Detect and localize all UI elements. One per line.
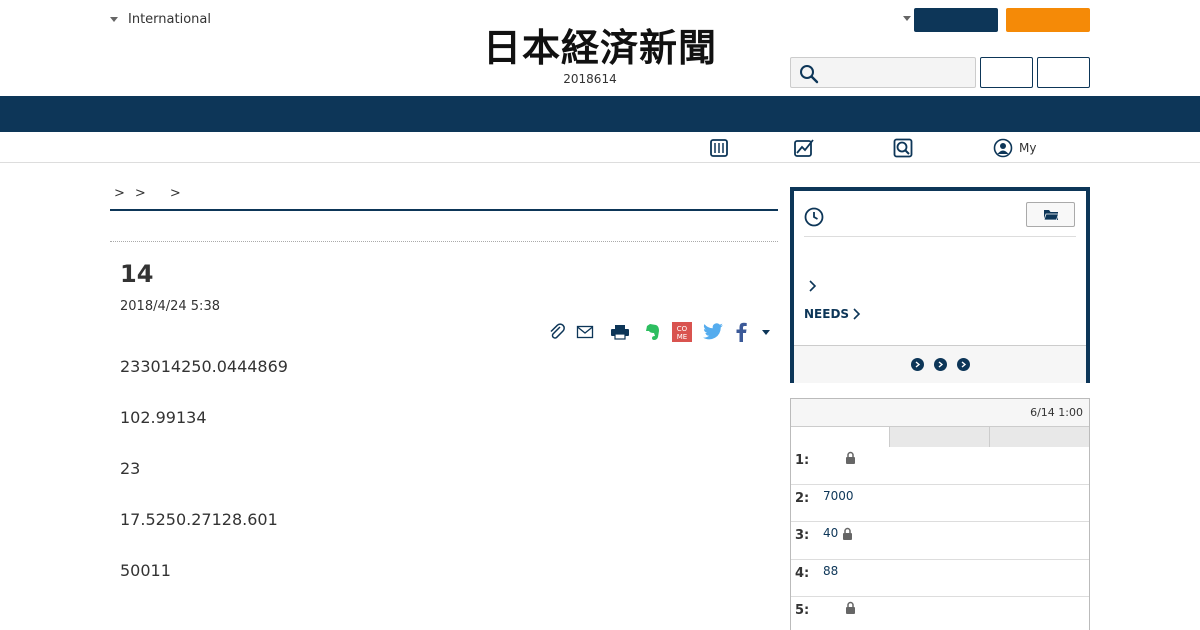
lock-icon: [846, 451, 855, 464]
share-toolbar: CO ME: [548, 320, 770, 344]
newspaper-icon: [710, 139, 728, 157]
rank-number: 2:: [795, 490, 810, 506]
rank-number: 5:: [795, 603, 810, 618]
chart-icon: [794, 139, 814, 157]
search-button[interactable]: [980, 57, 1033, 88]
search-input[interactable]: [790, 57, 976, 88]
breadcrumb-separator: >: [169, 186, 181, 201]
magnifier-box-icon: [893, 138, 913, 158]
divider: [110, 241, 778, 242]
article-paragraph: 233014250.0444869: [120, 357, 288, 376]
ranking-panel: 6/14 1:00 1: 2: 7000 3: 40 4: 88 5:: [790, 398, 1090, 630]
ranking-header: 6/14 1:00: [791, 399, 1089, 427]
edition-label: International: [128, 12, 211, 27]
login-button[interactable]: [914, 8, 998, 32]
ranking-row[interactable]: 2: 7000: [791, 485, 1089, 522]
saved-folder-button[interactable]: [1026, 202, 1075, 227]
ranking-row[interactable]: 5:: [791, 597, 1089, 630]
ranking-tab-1[interactable]: [791, 427, 891, 447]
folder-icon: [1042, 209, 1059, 220]
breadcrumb-separator: >: [114, 186, 125, 201]
breadcrumb: > > >: [110, 186, 778, 211]
rank-item-text: [823, 601, 856, 614]
rank-item-label: 40: [823, 526, 839, 540]
ranking-row[interactable]: 3: 40: [791, 522, 1089, 560]
rank-number: 3:: [795, 528, 810, 543]
circle-arrow-icon[interactable]: [933, 358, 947, 371]
print-icon[interactable]: [610, 324, 630, 340]
ranking-tabs: [791, 427, 1089, 447]
circle-arrow-icon[interactable]: [956, 358, 970, 371]
rank-item-text: 7000: [823, 489, 854, 503]
chevron-right-icon: [853, 308, 861, 320]
subscribe-button[interactable]: [1006, 8, 1090, 32]
needs-label: NEEDS: [804, 307, 850, 321]
my-label: My: [1019, 141, 1037, 155]
subnav-my-page[interactable]: My: [993, 137, 1036, 159]
rank-number: 1:: [795, 453, 810, 468]
recent-articles-panel: NEEDS: [790, 187, 1090, 383]
site-header: International 日本経済新聞 2018614: [0, 0, 1200, 96]
subnav-newspaper[interactable]: [709, 137, 729, 159]
rank-item-text: [823, 451, 856, 464]
advanced-search-button[interactable]: [1037, 57, 1090, 88]
rank-item-label: 88: [823, 563, 839, 578]
needs-link[interactable]: NEEDS: [804, 307, 862, 321]
rank-item-label: 7000: [823, 488, 854, 503]
panel-footer: [794, 345, 1086, 383]
rank-item-text: 88: [823, 564, 838, 578]
caret-down-icon[interactable]: [903, 16, 911, 21]
rank-item-text: 40: [823, 526, 853, 540]
sub-navigation: My: [0, 132, 1200, 163]
header-date: 2018614: [563, 72, 617, 86]
main-navigation-bar: [0, 96, 1200, 132]
ranking-row[interactable]: 1:: [791, 447, 1089, 485]
ranking-tab-3[interactable]: [989, 427, 1089, 447]
lock-icon: [843, 527, 853, 540]
search-icon[interactable]: [799, 64, 819, 84]
breadcrumb-separator: >: [134, 186, 146, 201]
clock-icon: [804, 207, 824, 227]
comemo-icon[interactable]: CO ME: [672, 322, 692, 342]
ranking-tab-2[interactable]: [890, 427, 990, 447]
subnav-markets[interactable]: [793, 137, 815, 159]
article-paragraph: 23: [120, 459, 141, 478]
article-paragraph: 102.99134: [120, 408, 207, 427]
article-paragraph: 17.5250.27128.601: [120, 510, 278, 529]
article-date: 2018/4/24 5:38: [120, 299, 220, 314]
rank-number: 4:: [795, 565, 810, 581]
lock-icon: [846, 601, 855, 614]
subnav-search[interactable]: [893, 137, 913, 159]
ranking-row[interactable]: 4: 88: [791, 560, 1089, 597]
svg-text:ME: ME: [677, 333, 687, 341]
article-title: 14: [120, 260, 154, 288]
svg-text:CO: CO: [677, 325, 688, 333]
user-icon: [993, 138, 1013, 158]
site-logo[interactable]: 日本経済新聞: [450, 26, 750, 70]
twitter-icon[interactable]: [702, 323, 724, 341]
chevron-right-icon[interactable]: [808, 279, 818, 293]
ranking-time: 6/14 1:00: [1030, 406, 1083, 419]
edition-selector[interactable]: International: [110, 12, 211, 27]
caret-down-icon: [110, 17, 118, 22]
article-paragraph: 50011: [120, 561, 171, 580]
clip-icon[interactable]: [548, 323, 566, 341]
facebook-icon[interactable]: [734, 322, 748, 342]
circle-arrow-icon[interactable]: [910, 358, 924, 371]
more-share-icon[interactable]: [762, 329, 770, 335]
mail-icon[interactable]: [576, 324, 594, 340]
evernote-icon[interactable]: [642, 322, 662, 342]
